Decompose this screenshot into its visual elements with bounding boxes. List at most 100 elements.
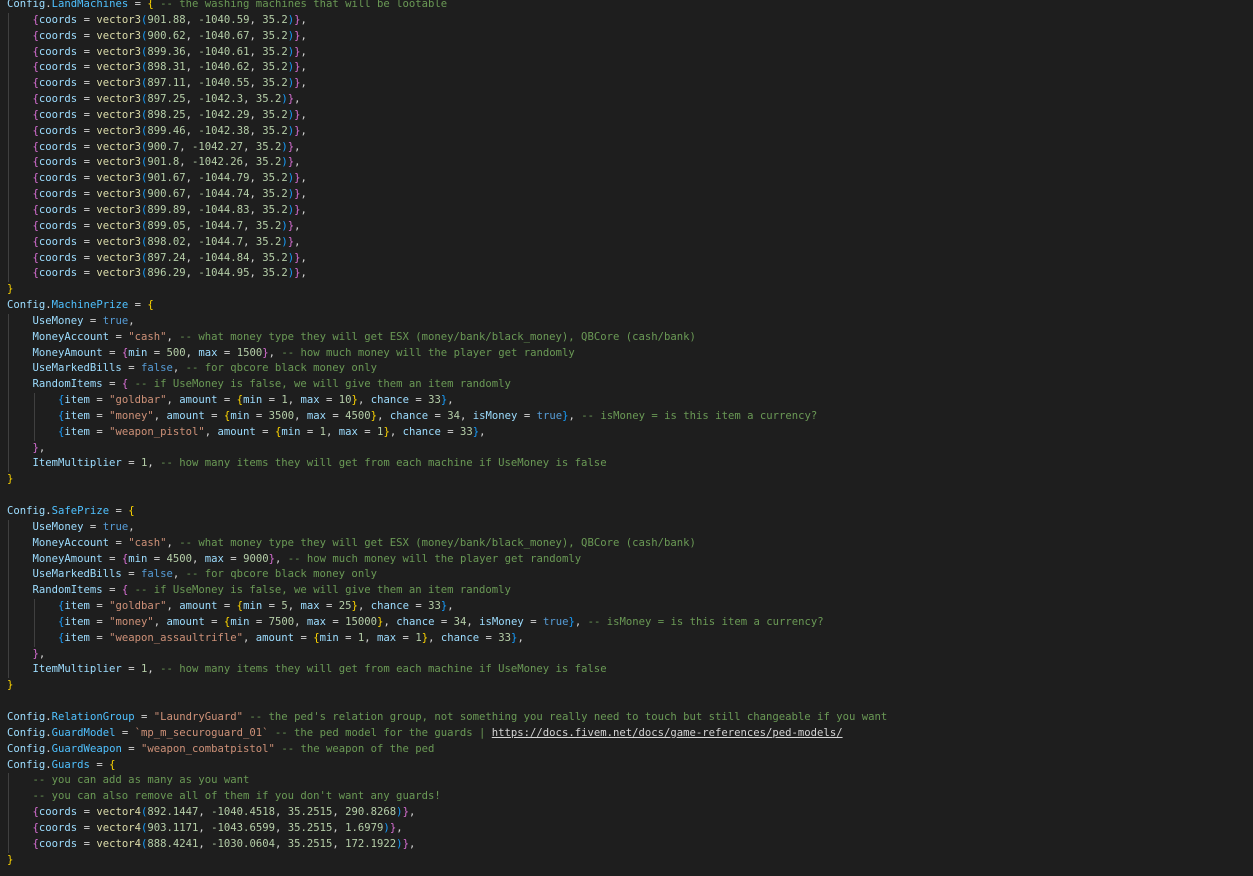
indent-guide xyxy=(8,123,9,140)
code-text: = xyxy=(89,758,110,771)
code-text: = xyxy=(77,156,97,169)
code-text: = xyxy=(109,505,129,517)
indent-guide xyxy=(33,408,35,425)
function-token: vector3 xyxy=(96,235,141,248)
code-line[interactable]: MoneyAmount = {min = 4500, max = 9000}, … xyxy=(7,551,1247,568)
code-text: , xyxy=(204,425,218,438)
variable-token: coords xyxy=(38,188,78,201)
code-line[interactable]: }, xyxy=(7,646,1247,663)
code-line[interactable] xyxy=(7,694,1247,710)
keyword-token: true xyxy=(102,520,129,533)
code-line[interactable]: {item = "weapon_pistol", amount = {min =… xyxy=(7,424,1247,441)
code-line[interactable]: {coords = vector3(900.67, -1044.74, 35.2… xyxy=(7,187,1247,203)
indent-guide xyxy=(8,28,9,45)
code-line[interactable]: {coords = vector4(903.1171, -1043.6599, … xyxy=(7,820,1247,837)
code-line[interactable]: {item = "money", amount = {min = 3500, m… xyxy=(7,408,1247,425)
code-text: , xyxy=(243,631,256,644)
property-token: MachinePrize xyxy=(51,299,129,312)
code-line[interactable]: RandomItems = { -- if UseMoney is false,… xyxy=(7,377,1247,394)
code-line[interactable]: } xyxy=(7,678,1247,694)
doc-link[interactable]: https://docs.fivem.net/docs/game-referen… xyxy=(492,727,843,739)
code-line[interactable]: {coords = vector3(901.67, -1044.79, 35.2… xyxy=(7,171,1247,188)
code-line[interactable]: {coords = vector4(888.4241, -1030.0604, … xyxy=(7,836,1247,853)
code-line[interactable]: RandomItems = { -- if UseMoney is false,… xyxy=(7,583,1247,600)
code-line[interactable]: Config.Guards = { xyxy=(7,758,1247,774)
code-text: = xyxy=(319,600,339,613)
code-line[interactable]: } xyxy=(7,853,1247,869)
code-line[interactable]: {coords = vector4(892.1447, -1040.4518, … xyxy=(7,805,1247,821)
code-line[interactable]: MoneyAccount = "cash", -- what money typ… xyxy=(7,535,1247,552)
code-text: , xyxy=(249,203,263,216)
code-line[interactable]: UseMarkedBills = false, -- for qbcore bl… xyxy=(7,361,1247,378)
code-line[interactable]: } xyxy=(7,472,1247,488)
indent-guide xyxy=(8,345,9,362)
code-line[interactable]: Config.LandMachines = { -- the washing m… xyxy=(7,0,1247,13)
code-text: , xyxy=(185,172,199,185)
indent-guide xyxy=(8,630,9,647)
comment-token: -- isMoney = is this item a currency? xyxy=(587,615,824,628)
code-line[interactable]: {coords = vector3(899.36, -1040.61, 35.2… xyxy=(7,44,1247,61)
code-text: , xyxy=(166,330,180,343)
code-text: , xyxy=(357,600,371,613)
code-line[interactable]: {coords = vector3(897.24, -1044.84, 35.2… xyxy=(7,250,1247,267)
number-token: 34 xyxy=(453,615,467,628)
variable-token: coords xyxy=(38,13,78,26)
code-line[interactable]: -- you can add as many as you want xyxy=(7,773,1247,790)
code-editor[interactable]: Config.LandMachines = { -- the washing m… xyxy=(7,0,1247,868)
number-token: 35.2 xyxy=(262,203,288,216)
code-text: = xyxy=(77,837,97,850)
code-text: , xyxy=(300,61,307,74)
code-line[interactable]: {item = "goldbar", amount = {min = 1, ma… xyxy=(7,393,1247,409)
variable-token: chance xyxy=(370,600,409,613)
code-line[interactable]: Config.GuardWeapon = "weapon_combatpisto… xyxy=(7,742,1247,758)
property-token: GuardModel xyxy=(51,726,116,739)
code-line[interactable]: {coords = vector3(900.7, -1042.27, 35.2)… xyxy=(7,139,1247,156)
code-line[interactable]: Config.MachinePrize = { xyxy=(7,298,1247,314)
code-line[interactable]: UseMoney = true, xyxy=(7,313,1247,330)
code-line[interactable]: Config.SafePrize = { xyxy=(7,504,1247,520)
code-line[interactable] xyxy=(7,488,1247,504)
code-line[interactable]: MoneyAmount = {min = 500, max = 1500}, -… xyxy=(7,345,1247,362)
code-line[interactable]: {item = "goldbar", amount = {min = 5, ma… xyxy=(7,599,1247,615)
code-text: , xyxy=(383,615,397,628)
code-text: , xyxy=(172,362,186,375)
code-text: = xyxy=(204,409,224,422)
code-line[interactable]: ItemMultiplier = 1, -- how many items th… xyxy=(7,456,1247,473)
code-line[interactable]: UseMoney = true, xyxy=(7,519,1247,536)
code-line[interactable]: {coords = vector3(901.88, -1040.59, 35.2… xyxy=(7,12,1247,29)
code-line[interactable]: {item = "weapon_assaultrifle", amount = … xyxy=(7,630,1247,647)
number-token: 35.2 xyxy=(262,251,288,264)
code-line[interactable]: UseMarkedBills = false, -- for qbcore bl… xyxy=(7,567,1247,584)
code-line[interactable]: {coords = vector3(898.25, -1042.29, 35.2… xyxy=(7,107,1247,124)
code-text: , xyxy=(179,156,193,169)
code-line[interactable]: MoneyAccount = "cash", -- what money typ… xyxy=(7,329,1247,346)
code-line[interactable]: {item = "money", amount = {min = 7500, m… xyxy=(7,614,1247,631)
number-token: 897.25 xyxy=(147,93,186,106)
code-line[interactable]: {coords = vector3(899.05, -1044.7, 35.2)… xyxy=(7,218,1247,235)
code-text: , xyxy=(185,13,199,26)
code-line[interactable]: {coords = vector3(897.11, -1040.55, 35.2… xyxy=(7,76,1247,93)
number-token: 33 xyxy=(498,631,512,644)
code-line[interactable]: }, xyxy=(7,440,1247,457)
code-line[interactable]: {coords = vector3(899.46, -1042.38, 35.2… xyxy=(7,123,1247,140)
variable-token: coords xyxy=(38,140,78,153)
code-text: , xyxy=(185,77,199,90)
code-line[interactable]: {coords = vector3(896.29, -1044.95, 35.2… xyxy=(7,266,1247,283)
code-line[interactable]: {coords = vector3(897.25, -1042.3, 35.2)… xyxy=(7,92,1247,108)
code-line[interactable]: {coords = vector3(901.8, -1042.26, 35.2)… xyxy=(7,155,1247,172)
code-line[interactable]: Config.RelationGroup = "LaundryGuard" --… xyxy=(7,710,1247,726)
code-line[interactable]: ItemMultiplier = 1, -- how many items th… xyxy=(7,662,1247,679)
code-line[interactable]: {coords = vector3(898.31, -1040.62, 35.2… xyxy=(7,60,1247,77)
code-line[interactable]: {coords = vector3(898.02, -1044.7, 35.2)… xyxy=(7,234,1247,251)
variable-token: min xyxy=(230,615,250,628)
indent-guide xyxy=(8,107,9,124)
code-line[interactable]: } xyxy=(7,282,1247,298)
code-line[interactable]: Config.GuardModel = `mp_m_securoguard_01… xyxy=(7,726,1247,742)
code-line[interactable]: {coords = vector3(899.89, -1044.83, 35.2… xyxy=(7,202,1247,219)
code-line[interactable]: -- you can also remove all of them if yo… xyxy=(7,789,1247,806)
indent-guide xyxy=(8,171,9,188)
code-text: , xyxy=(574,615,588,628)
code-line[interactable]: {coords = vector3(900.62, -1040.67, 35.2… xyxy=(7,28,1247,45)
